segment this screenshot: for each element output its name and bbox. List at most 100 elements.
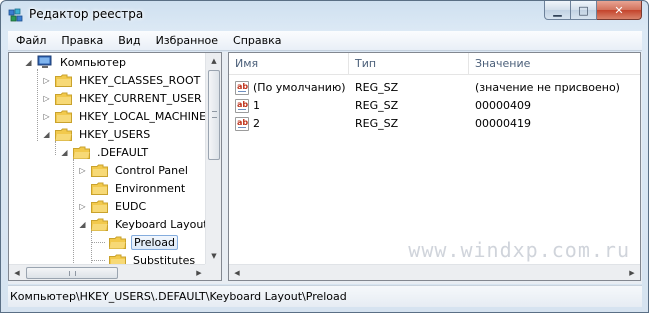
value-data: 00000419 [475,117,531,130]
tree-root[interactable]: ◢ Компьютер [24,53,128,71]
tree-item-hkcr[interactable]: ▷ HKEY_CLASSES_ROOT [42,71,202,89]
folder-icon [91,182,108,195]
list-row[interactable]: ab 2 REG_SZ 00000419 [229,115,640,133]
column-header-value[interactable]: Значение [469,53,640,75]
list-header: Имя Тип Значение [229,53,640,75]
folder-open-icon [109,236,126,249]
tree-item-default[interactable]: ◢ .DEFAULT [60,143,150,161]
registry-editor-window: Редактор реестра ▁ □ ✕ Файл Правка Вид И… [0,0,649,313]
grip-icon [69,271,76,276]
status-path: Компьютер\HKEY_USERS\.DEFAULT\Keyboard L… [10,290,347,303]
tree-item-label: HKEY_CLASSES_ROOT [79,73,201,87]
tree-vertical-scroll-thumb[interactable] [208,70,220,160]
menu-help[interactable]: Справка [225,31,288,51]
tree-item-preload[interactable]: Preload [96,233,178,251]
list-row[interactable]: ab (По умолчанию) REG_SZ (значение не пр… [229,79,640,97]
tree-item-label: Environment [115,181,186,195]
menu-file[interactable]: Файл [8,31,53,51]
tree-item-control-panel[interactable]: ▷ Control Panel [78,161,190,179]
title-bar[interactable]: Редактор реестра ▁ □ ✕ [1,1,648,31]
tree-item-environment[interactable]: Environment [78,179,187,197]
expand-arrow-icon[interactable]: ▷ [78,166,87,175]
tree-guide [73,159,74,264]
computer-icon [37,55,52,68]
minimize-button[interactable]: ▁ [544,1,571,20]
value-data: (значение не присвоено) [475,81,620,94]
scroll-left-icon[interactable]: ◀ [9,265,25,280]
minimize-icon: ▁ [553,3,562,17]
tree-item-label: EUDC [115,199,147,213]
tree-item-label: HKEY_CURRENT_USER [79,91,202,105]
maximize-icon: □ [578,3,589,17]
collapse-arrow-icon[interactable]: ◢ [60,148,69,157]
expand-arrow-icon[interactable]: ▷ [42,112,51,121]
tree-item-hkcu[interactable]: ▷ HKEY_CURRENT_USER [42,89,204,107]
registry-tree[interactable]: ◢ Компьютер ▷ HKEY_CLASSES_ROOT ▷ HKEY_C… [8,52,222,281]
list-horizontal-scrollbar[interactable]: ◀ ▶ [229,264,640,280]
regedit-icon [8,8,23,22]
collapse-arrow-icon[interactable]: ◢ [78,220,87,229]
tree-item-label: HKEY_USERS [79,127,151,141]
close-button[interactable]: ✕ [597,1,642,20]
folder-open-icon [55,128,72,141]
close-icon: ✕ [614,3,624,17]
value-type: REG_SZ [355,117,399,130]
list-row[interactable]: ab 1 REG_SZ 00000409 [229,97,640,115]
tree-item-eudc[interactable]: ▷ EUDC [78,197,148,215]
column-header-name[interactable]: Имя [229,53,349,75]
tree-item-hklm[interactable]: ▷ HKEY_LOCAL_MACHINE [42,107,207,125]
folder-icon [91,164,108,177]
column-header-type[interactable]: Тип [349,53,469,75]
scroll-left-icon[interactable]: ◀ [229,265,245,280]
tree-guide [55,141,56,155]
folder-open-icon [73,146,90,159]
scroll-right-icon[interactable]: ▶ [624,265,640,280]
value-type: REG_SZ [355,99,399,112]
no-expander [96,256,105,265]
folder-icon [55,92,72,105]
tree-item-substitutes[interactable]: Substitutes [96,251,197,264]
tree-horizontal-scroll-thumb[interactable] [26,267,118,279]
values-list[interactable]: Имя Тип Значение ab (По умолчанию) REG_S… [228,52,641,281]
value-name: (По умолчанию) [253,81,346,94]
tree-item-keyboard-layout[interactable]: ◢ Keyboard Layout [78,215,207,233]
scroll-down-icon[interactable]: ▼ [206,248,221,264]
value-name: 1 [253,99,260,112]
tree-item-label: Keyboard Layout [115,217,207,231]
status-bar: Компьютер\HKEY_USERS\.DEFAULT\Keyboard L… [8,285,642,307]
tree-root-label: Компьютер [60,55,126,69]
collapse-arrow-icon[interactable]: ◢ [24,58,33,67]
scroll-up-icon[interactable]: ▲ [206,53,221,69]
expand-arrow-icon[interactable]: ▷ [78,202,87,211]
tree-horizontal-scrollbar[interactable]: ◀ ▶ [9,264,207,280]
maximize-button[interactable]: □ [571,1,597,20]
folder-icon [109,254,126,264]
window-controls: ▁ □ ✕ [544,1,642,21]
tree-vertical-scrollbar[interactable]: ▲ ▼ [205,53,221,264]
menu-bar: Файл Правка Вид Избранное Справка [8,31,642,51]
menu-edit[interactable]: Правка [53,31,110,51]
tree-item-label: Control Panel [115,163,188,177]
tree-viewport: ◢ Компьютер ▷ HKEY_CLASSES_ROOT ▷ HKEY_C… [9,53,207,264]
tree-item-label: HKEY_LOCAL_MACHINE [79,109,207,123]
grip-icon [212,111,217,118]
tree-item-label: Substitutes [133,253,196,265]
value-data: 00000409 [475,99,531,112]
tree-item-hku[interactable]: ◢ HKEY_USERS [42,125,152,143]
reg-sz-icon: ab [235,117,249,131]
no-expander [96,238,105,247]
window-title: Редактор реестра [29,7,144,21]
expand-arrow-icon[interactable]: ▷ [42,76,51,85]
watermark: www.windxp.com.ru [408,238,630,262]
scrollbar-corner [205,264,221,280]
value-type: REG_SZ [355,81,399,94]
menu-favorites[interactable]: Избранное [148,31,225,51]
folder-icon [55,110,72,123]
tree-item-label: .DEFAULT [97,145,149,159]
tree-guide [37,69,38,141]
client-area: ◢ Компьютер ▷ HKEY_CLASSES_ROOT ▷ HKEY_C… [8,52,642,284]
menu-view[interactable]: Вид [110,31,147,51]
reg-sz-icon: ab [235,99,249,113]
collapse-arrow-icon[interactable]: ◢ [42,130,51,139]
expand-arrow-icon[interactable]: ▷ [42,94,51,103]
